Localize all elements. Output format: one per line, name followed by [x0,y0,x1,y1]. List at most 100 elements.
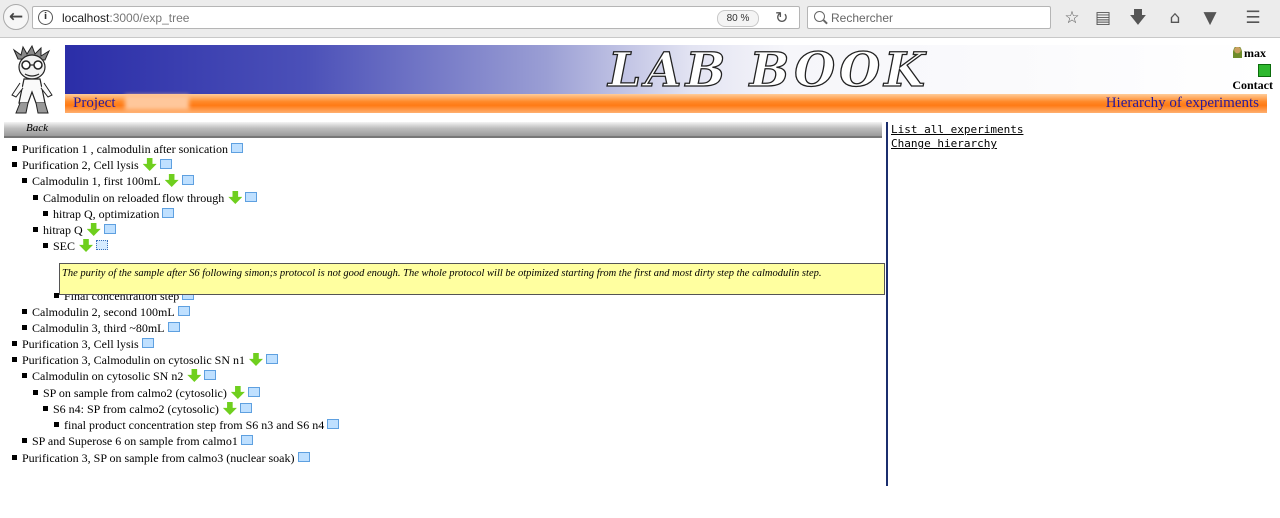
expand-arrow-icon[interactable] [248,353,263,366]
tree-item-label[interactable]: Purification 2, Cell lysis [22,158,139,172]
tree-item: Purification 3, Cell lysis [12,336,154,352]
bullet-icon [22,438,27,443]
bookmark-star-icon[interactable]: ☆ [1061,7,1083,29]
download-icon[interactable]: 🡇 [1127,7,1149,29]
project-bar: Project Hierarchy of experiments [65,94,1267,113]
view-details-icon[interactable] [103,224,116,234]
view-details-icon[interactable] [247,387,260,397]
reload-icon[interactable]: ↻ [775,8,788,27]
search-icon [814,11,825,22]
expand-arrow-icon[interactable] [228,191,243,204]
expand-arrow-icon[interactable] [222,402,237,415]
expand-arrow-icon[interactable] [164,174,179,187]
tree-item-label[interactable]: Calmodulin on cytosolic SN n2 [32,369,183,383]
bullet-icon [12,146,17,151]
view-details-icon[interactable] [297,452,310,462]
tree-item-label[interactable]: final product concentration step from S6… [64,418,324,432]
bullet-icon [12,357,17,362]
view-details-icon[interactable] [96,240,109,250]
list-all-experiments-link[interactable]: List all experiments [891,123,1023,137]
view-details-icon[interactable] [162,208,175,218]
contact-link[interactable]: Contact [1232,78,1273,93]
tree-item-label[interactable]: S6 n4: SP from calmo2 (cytosolic) [53,402,219,416]
tree-item: Calmodulin on cytosolic SN n2 [22,368,217,384]
expand-arrow-icon[interactable] [187,369,202,382]
experiment-note: The purity of the sample after S6 follow… [59,263,885,295]
search-bar[interactable]: Rechercher [807,6,1051,29]
tree-item: Purification 3, Calmodulin on cytosolic … [12,352,278,368]
expand-arrow-icon[interactable] [79,239,94,252]
tree-item-label[interactable]: Calmodulin on reloaded flow through [43,191,224,205]
view-details-icon[interactable] [204,370,217,380]
home-icon[interactable]: ⌂ [1164,7,1186,29]
tree-item: SP and Superose 6 on sample from calmo1 [22,433,253,449]
bullet-icon [43,243,48,248]
tree-item-label[interactable]: SEC [53,239,75,253]
user-name[interactable]: max [1244,46,1266,60]
tree-item-label[interactable]: SP on sample from calmo2 (cytosolic) [43,386,227,400]
bullet-icon [33,195,38,200]
browser-toolbar: ← i localhost:3000/exp_tree 80 % ↻ Reche… [0,0,1280,38]
view-details-icon[interactable] [245,192,258,202]
view-details-icon[interactable] [159,159,172,169]
view-details-icon[interactable] [141,338,154,348]
tree-item-label[interactable]: hitrap Q, optimization [53,207,159,221]
project-label: Project [73,95,116,111]
expand-arrow-icon[interactable] [142,158,157,171]
scientist-logo [6,44,58,117]
tree-item-label[interactable]: Calmodulin 3, third ~80mL [32,321,165,335]
tree-item-label[interactable]: Purification 3, Calmodulin on cytosolic … [22,353,245,367]
zoom-indicator[interactable]: 80 % [717,10,759,27]
column-divider [886,122,888,486]
bullet-icon [12,162,17,167]
back-link[interactable]: Back [26,122,48,134]
expand-arrow-icon[interactable] [230,386,245,399]
tree-item-label[interactable]: Calmodulin 1, first 100mL [32,174,161,188]
back-bar: Back [4,122,882,138]
view-details-icon[interactable] [327,419,340,429]
info-icon[interactable]: i [38,10,53,25]
tree-item: final product concentration step from S6… [54,417,340,433]
bullet-icon [33,227,38,232]
bullet-icon [12,455,17,460]
view-details-icon[interactable] [239,403,252,413]
bullet-icon [43,406,48,411]
tree-item: S6 n4: SP from calmo2 (cytosolic) [43,401,252,417]
view-details-icon[interactable] [230,143,243,153]
project-name-redacted [125,95,189,110]
search-placeholder: Rechercher [831,11,894,25]
view-details-icon[interactable] [181,175,194,185]
bullet-icon [22,325,27,330]
lab-book-banner: LAB BOOK [65,42,1267,99]
page-title: Hierarchy of experiments [1105,95,1259,111]
back-arrow-icon[interactable]: ← [3,4,29,30]
url-bar[interactable]: i localhost:3000/exp_tree 80 % ↻ [32,6,800,29]
view-details-icon[interactable] [240,435,253,445]
tree-item: Purification 3, SP on sample from calmo3… [12,450,310,466]
tree-item-label[interactable]: Purification 3, SP on sample from calmo3… [22,451,295,465]
banner-title: LAB BOOK [607,42,929,98]
calculator-icon[interactable] [1258,64,1271,77]
reading-list-icon[interactable]: ▤ [1092,7,1114,29]
menu-icon[interactable]: ☰ [1242,7,1264,29]
tree-item: SEC [43,238,109,254]
view-details-icon[interactable] [177,306,190,316]
tree-item-label[interactable]: Purification 3, Cell lysis [22,337,139,351]
tree-item-label[interactable]: Calmodulin 2, second 100mL [32,305,175,319]
bullet-icon [43,211,48,216]
tree-item: SP on sample from calmo2 (cytosolic) [33,385,260,401]
user-area: max Contact [1232,46,1273,92]
tree-item: Calmodulin 1, first 100mL [22,173,194,189]
change-hierarchy-link[interactable]: Change hierarchy [891,137,1023,151]
sidebar-links: List all experiments Change hierarchy [891,123,1023,151]
tree-item-label[interactable]: Purification 1 , calmodulin after sonica… [22,142,228,156]
tree-item: Purification 2, Cell lysis [12,157,172,173]
pocket-icon[interactable]: ▼ [1199,7,1221,29]
view-details-icon[interactable] [167,322,180,332]
tree-item-label[interactable]: SP and Superose 6 on sample from calmo1 [32,434,238,448]
view-details-icon[interactable] [265,354,278,364]
bullet-icon [54,422,59,427]
tree-item: Calmodulin 3, third ~80mL [22,320,180,336]
tree-item-label[interactable]: hitrap Q [43,223,83,237]
expand-arrow-icon[interactable] [86,223,101,236]
